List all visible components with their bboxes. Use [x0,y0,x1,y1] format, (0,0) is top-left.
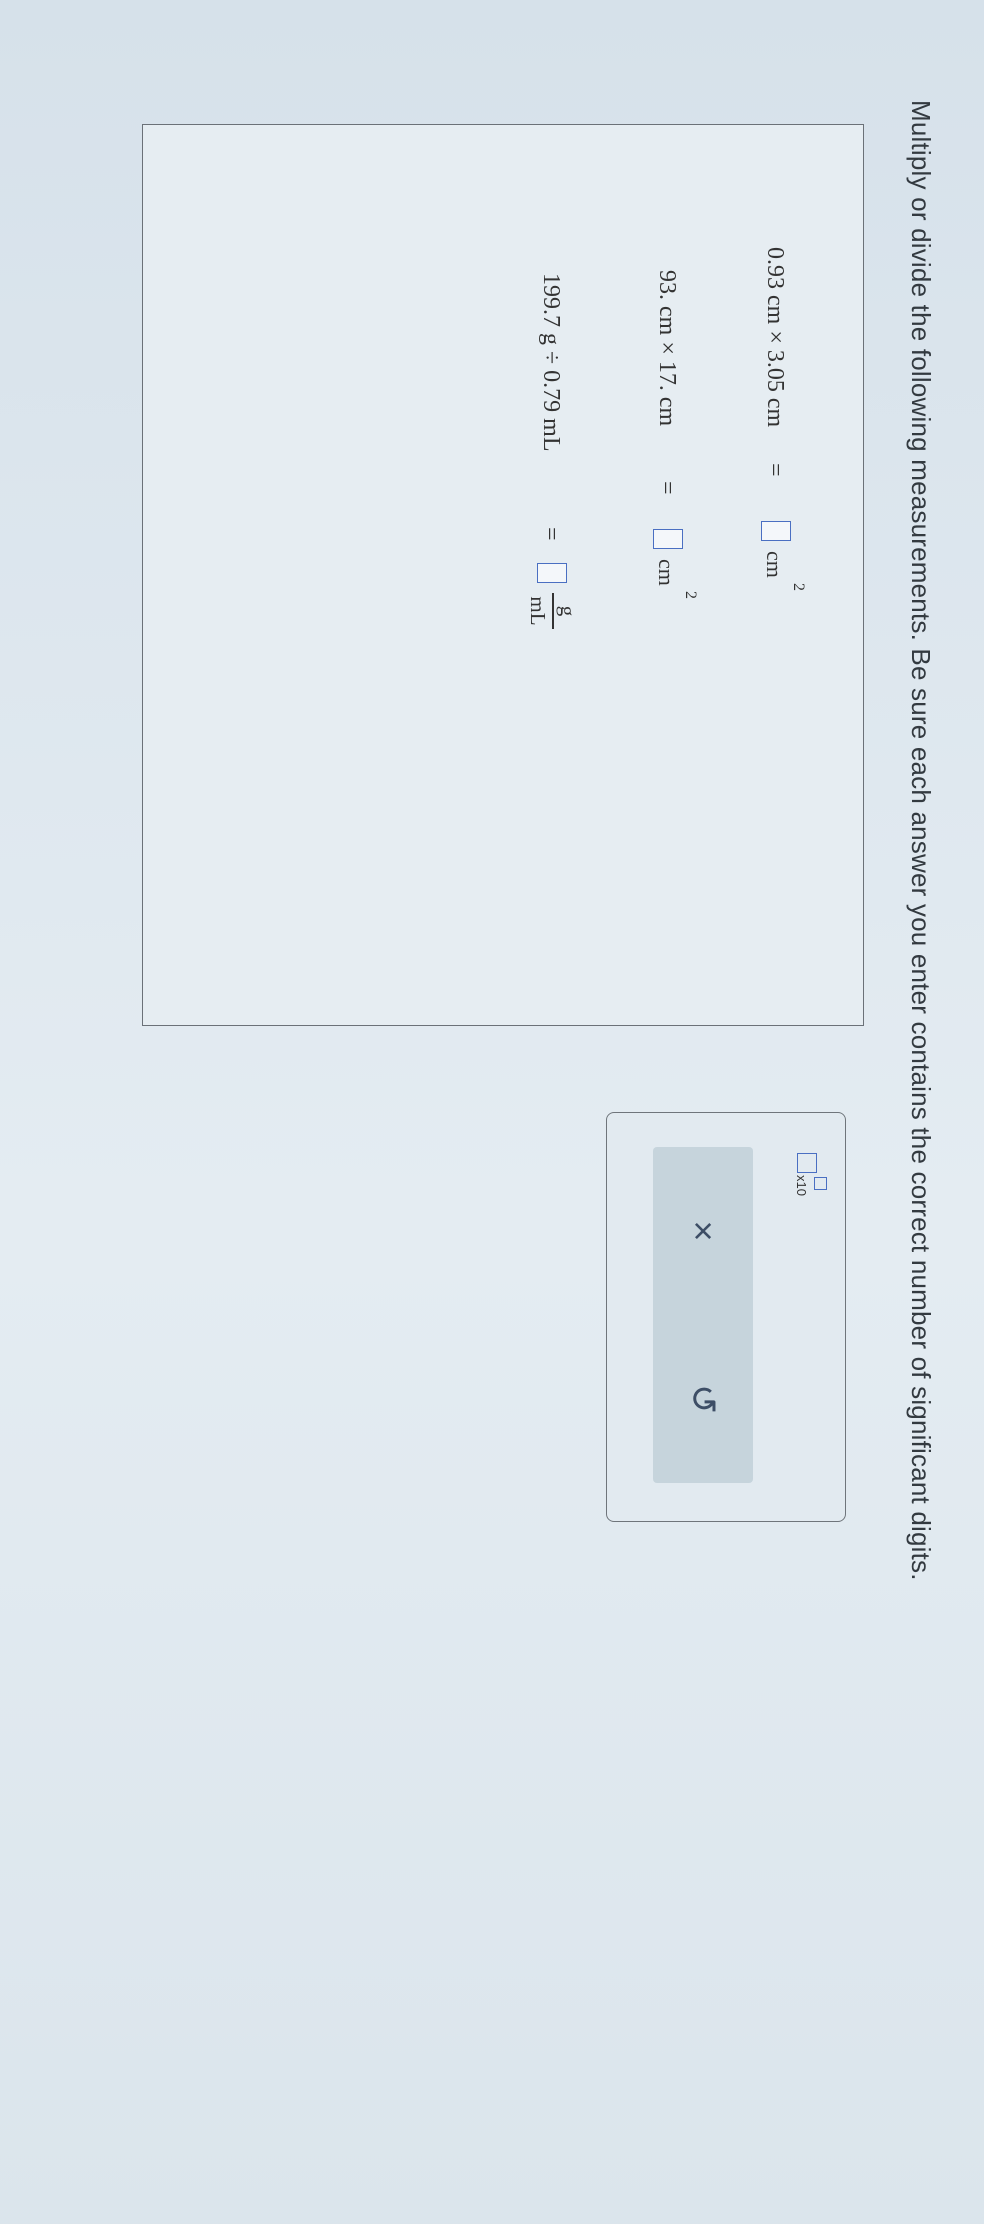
question-1-exponent: 2 [790,583,807,591]
answer-tools-panel: x10 × ↺ [606,1112,846,1522]
question-panel: 0.93 cm × 3.05 cm = cm 2 93. cm × 17. cm… [142,124,864,1026]
x10-exponent-box-icon [814,1177,827,1190]
fraction-bar [552,593,554,629]
question-2-unit: cm [654,559,679,586]
question-1-expression: 0.93 cm × 3.05 cm [762,247,789,428]
question-3-unit-denominator: mL [526,596,551,626]
question-1-equals: = [762,463,789,477]
clear-button[interactable]: × [682,1201,724,1261]
instruction-text: Multiply or divide the following measure… [906,100,936,1581]
question-3-expression: 199.7 g ÷ 0.79 mL [538,273,565,452]
question-row-1: 0.93 cm × 3.05 cm = cm 2 [745,125,807,1025]
question-1-answer-input[interactable] [761,521,791,541]
question-2-expression: 93. cm × 17. cm [654,270,681,427]
question-3-answer-input[interactable] [537,563,567,583]
x10-label: x10 [794,1175,809,1196]
question-3-unit-fraction: g mL [526,593,582,629]
undo-button[interactable]: ↺ [682,1369,724,1429]
question-3-unit-numerator: g [556,605,580,617]
question-1-unit: cm [762,551,787,578]
question-row-3: 199.7 g ÷ 0.79 mL = g mL [511,125,591,1025]
x10-exponent-button[interactable]: x10 [793,1153,827,1197]
question-2-equals: = [654,481,681,495]
question-3-equals: = [538,527,565,541]
question-2-exponent: 2 [682,591,699,599]
question-2-answer-input[interactable] [653,529,683,549]
page: Multiply or divide the following measure… [0,0,984,2224]
x10-base-box-icon [797,1153,817,1173]
question-row-2: 93. cm × 17. cm = cm 2 [637,125,699,1025]
action-bar: × ↺ [653,1147,753,1483]
